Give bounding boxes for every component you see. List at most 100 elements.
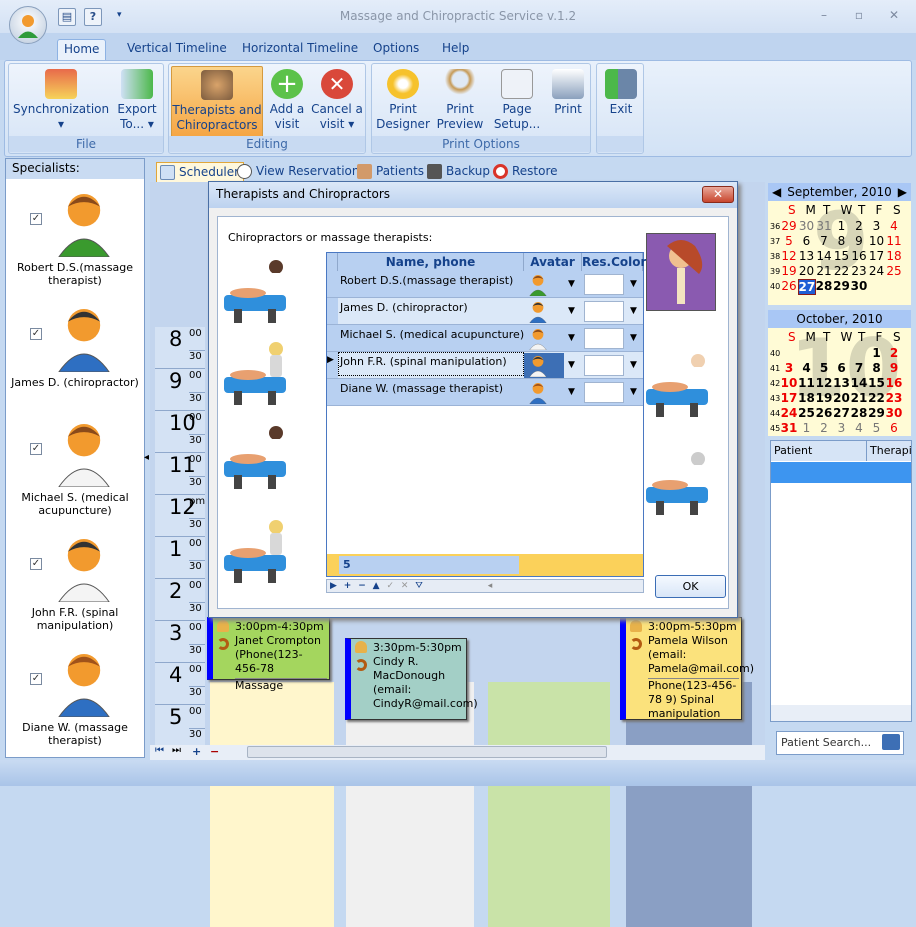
calendar-day[interactable]: 2 (885, 346, 903, 360)
therapists-grid[interactable]: Name, phone Avatar Res.Color Robert D.S.… (326, 252, 646, 577)
patient-search-input[interactable]: Patient Search... (776, 731, 904, 755)
calendar-day[interactable]: 7 (815, 234, 833, 248)
hour-slot[interactable]: 1 00 30 (155, 537, 205, 579)
app-menu-button[interactable] (9, 6, 47, 44)
calendar-day[interactable]: 1 (798, 421, 816, 435)
avatar-select[interactable] (524, 380, 564, 405)
avatar-select[interactable] (524, 326, 564, 351)
calendar-day[interactable]: 15 (833, 249, 851, 263)
day-column[interactable] (210, 682, 334, 927)
avatar-select[interactable] (524, 299, 564, 324)
color-dropdown-icon[interactable]: ▼ (626, 326, 641, 351)
calendar-day[interactable]: 27 (833, 406, 851, 420)
calendar-day[interactable]: 2 (850, 219, 868, 233)
calendar-day[interactable]: 30 (798, 219, 816, 233)
specialist-checkbox[interactable]: ✓ (30, 558, 42, 570)
specialist-item[interactable]: ✓ Michael S. (medical acupuncture) (6, 411, 144, 525)
calendar-day[interactable]: 6 (833, 361, 851, 375)
scroll-left-icon[interactable]: ◂ (488, 581, 493, 591)
calendar-day[interactable]: 31 (780, 421, 798, 435)
calendar-day[interactable]: 29 (833, 279, 851, 293)
tab-restore[interactable]: Restore (490, 162, 562, 182)
appointment[interactable]: 3:30pm-5:30pm Cindy R. MacDonough (email: Ci… (345, 638, 478, 720)
color-dropdown-icon[interactable]: ▼ (626, 380, 641, 405)
calendar-day[interactable]: 12 (780, 249, 798, 263)
day-column[interactable] (488, 682, 610, 927)
specialist-item[interactable]: ✓ Robert D.S.(massage therapist) (6, 181, 144, 295)
nav-cancel-icon[interactable]: ✕ (401, 581, 409, 591)
avatar-dropdown-icon[interactable]: ▼ (564, 326, 579, 351)
grid-row[interactable]: James D. (chiropractor) ▼ ▼ (327, 298, 643, 325)
printer-icon[interactable]: ▤ (58, 8, 76, 26)
calendar-day[interactable]: 17 (780, 391, 798, 405)
tab-horizontal-timeline[interactable]: Horizontal Timeline (236, 39, 364, 61)
hour-slot[interactable]: 8 00 30 (155, 327, 205, 369)
calendar-day[interactable]: 26 (780, 279, 798, 293)
calendar-day[interactable]: 15 (868, 376, 886, 390)
first-icon[interactable]: ⏮ (155, 745, 164, 756)
grid-row[interactable]: ▶ John F.R. (spinal manipulation) ▼ ▼ (327, 352, 643, 379)
calendar-day[interactable]: 2 (815, 421, 833, 435)
calendar-day[interactable]: 19 (780, 264, 798, 278)
page-setup-button[interactable]: Page Setup... (490, 66, 544, 138)
calendar-day[interactable]: 28 (850, 406, 868, 420)
res-color-select[interactable] (584, 301, 624, 322)
specialist-item[interactable]: ✓ James D. (chiropractor) (6, 296, 144, 410)
collapse-panel-icon[interactable]: ◂ (144, 452, 149, 463)
therapist-name[interactable]: Michael S. (medical acupuncture) (340, 328, 524, 341)
grid-navigator[interactable]: ▶ + − ▲ ✓ ✕ ⛛ ◂ (326, 579, 644, 593)
grid-row[interactable]: Michael S. (medical acupuncture) ▼ ▼ (327, 325, 643, 352)
calendar-day[interactable]: 27 (797, 279, 816, 295)
color-dropdown-icon[interactable]: ▼ (626, 299, 641, 324)
calendar-day[interactable]: 3 (868, 219, 886, 233)
column-res-color[interactable]: Res.Color (582, 253, 646, 271)
calendar-day[interactable]: 16 (850, 249, 868, 263)
nav-post-icon[interactable]: ✓ (386, 581, 394, 591)
hour-slot[interactable]: 3 00 30 (155, 621, 205, 663)
therapist-name[interactable]: Diane W. (massage therapist) (340, 382, 503, 395)
nav-up-icon[interactable]: ▲ (373, 581, 380, 591)
next-month-icon[interactable]: ▶ (898, 183, 907, 201)
calendar-day[interactable]: 1 (868, 346, 886, 360)
calendar-day[interactable]: 26 (815, 406, 833, 420)
zoom-out-icon[interactable]: − (210, 745, 219, 758)
calendar-day[interactable]: 28 (815, 279, 833, 293)
customize-quick-access-icon[interactable]: ▾ (117, 10, 122, 20)
nav-add-icon[interactable]: + (344, 581, 352, 591)
specialist-checkbox[interactable]: ✓ (30, 673, 42, 685)
calendar-day[interactable]: 9 (850, 234, 868, 248)
calendar-day[interactable]: 12 (815, 376, 833, 390)
calendar-day[interactable]: 8 (868, 361, 886, 375)
calendar-day[interactable]: 4 (850, 421, 868, 435)
res-color-select[interactable] (584, 355, 624, 376)
appointment[interactable]: 3:00pm-5:30pm Pamela Wilson (email: Pamela@… (620, 617, 754, 720)
zoom-in-icon[interactable]: + (192, 745, 201, 758)
calendar-day[interactable]: 3 (833, 421, 851, 435)
nav-delete-icon[interactable]: − (358, 581, 366, 591)
avatar-dropdown-icon[interactable]: ▼ (564, 380, 579, 405)
avatar-dropdown-icon[interactable]: ▼ (564, 353, 579, 378)
add-visit-button[interactable]: + Add a visit (267, 66, 307, 138)
grid-row[interactable]: Robert D.S.(massage therapist) ▼ ▼ (327, 271, 643, 298)
print-button[interactable]: Print (548, 66, 588, 138)
calendar-day[interactable]: 24 (780, 406, 798, 420)
minimize-button[interactable]: – (812, 8, 836, 24)
tab-home[interactable]: Home (57, 39, 107, 61)
maximize-button[interactable]: ▫ (847, 8, 871, 24)
specialist-checkbox[interactable]: ✓ (30, 328, 42, 340)
calendar-day[interactable]: 21 (850, 391, 868, 405)
calendar-day[interactable]: 18 (798, 391, 816, 405)
tab-scheduler[interactable]: Scheduler (156, 162, 245, 182)
avatar-dropdown-icon[interactable]: ▼ (564, 272, 579, 297)
export-button[interactable]: Export To... ▾ (113, 66, 161, 138)
hour-slot[interactable]: 5 00 30 (155, 705, 205, 747)
calendar-day[interactable]: 7 (850, 361, 868, 375)
calendar-day[interactable]: 23 (850, 264, 868, 278)
specialist-checkbox[interactable]: ✓ (30, 443, 42, 455)
specialist-item[interactable]: ✓ Diane W. (massage therapist) (6, 641, 144, 755)
calendar-day[interactable]: 6 (885, 421, 903, 435)
calendar-day[interactable]: 22 (833, 264, 851, 278)
last-icon[interactable]: ⏭ (172, 745, 181, 756)
column-patient[interactable]: Patient (771, 441, 867, 461)
calendar-day[interactable]: 5 (780, 234, 798, 248)
